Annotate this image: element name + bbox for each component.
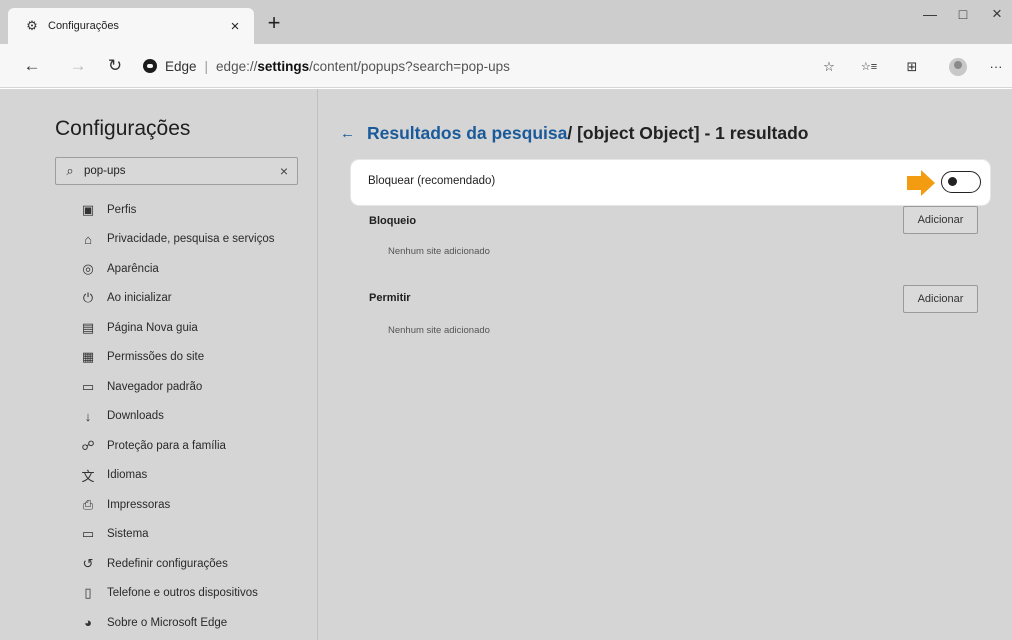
- sidebar-item-navegador-padrao[interactable]: ▭ Navegador padrão: [80, 372, 274, 402]
- edge-logo-icon: ◕: [84, 615, 92, 631]
- settings-search-input[interactable]: [84, 165, 271, 177]
- sidebar-item-label: Downloads: [107, 410, 164, 423]
- sidebar-item-permissoes[interactable]: ▦ Permissões do site: [80, 343, 274, 373]
- url-prefix: edge://: [216, 58, 258, 74]
- sidebar-item-label: Privacidade, pesquisa e serviços: [107, 233, 275, 246]
- favorites-list-icon[interactable]: ☆≡: [858, 56, 880, 78]
- clear-search-icon[interactable]: ×: [271, 163, 297, 179]
- allow-empty-note: Nenhum site adicionado: [388, 325, 490, 336]
- allow-section-title: Permitir: [369, 292, 411, 304]
- sidebar-item-label: Redefinir configurações: [107, 557, 228, 570]
- tab-strip: ⚙ Configurações × + — □ ×: [0, 0, 1012, 44]
- sidebar-nav: ▣ Perfis ⌂ Privacidade, pesquisa e serviço…: [80, 195, 274, 638]
- site-permissions-icon: ▦: [81, 349, 95, 365]
- system-icon: ▭: [81, 526, 95, 542]
- breadcrumb-search-results-link[interactable]: Resultados da pesquisa: [367, 123, 567, 144]
- site-name: Edge: [165, 58, 197, 74]
- tab-settings[interactable]: ⚙ Configurações ×: [8, 8, 254, 44]
- refresh-button[interactable]: ↻: [103, 54, 127, 78]
- block-empty-note: Nenhum site adicionado: [388, 246, 490, 257]
- profile-icon: ▣: [81, 201, 95, 217]
- sidebar-item-label: Proteção para a família: [107, 439, 226, 452]
- navigation-bar: ← → ↻ Edge | edge://settings/content/pop…: [0, 44, 1012, 88]
- block-popups-setting-card: Bloquear (recomendado): [351, 160, 990, 205]
- gear-icon: ⚙: [26, 18, 38, 33]
- phone-icon: ▯: [84, 585, 92, 601]
- add-allow-site-button[interactable]: Adicionar: [903, 285, 978, 313]
- address-separator: |: [204, 58, 209, 74]
- url-path: /content/popups?search=pop-ups: [309, 58, 510, 74]
- sidebar-item-idiomas[interactable]: 文 Idiomas: [80, 461, 274, 491]
- sidebar-item-aparencia[interactable]: ◎ Aparência: [80, 254, 274, 284]
- more-options-icon[interactable]: ···: [985, 56, 1007, 78]
- sidebar-item-sistema[interactable]: ▭ Sistema: [80, 520, 274, 550]
- search-icon: ⌕: [66, 163, 74, 178]
- power-icon: ⏻: [82, 290, 94, 306]
- sidebar-item-sobre[interactable]: ◕ Sobre o Microsoft Edge: [80, 608, 274, 638]
- reset-icon: ↺: [82, 555, 94, 571]
- block-toggle-label: Bloquear (recomendado): [368, 175, 496, 187]
- family-icon: ☍: [81, 437, 95, 453]
- sidebar-item-telefone[interactable]: ▯ Telefone e outros dispositivos: [80, 579, 274, 609]
- default-browser-icon: ▭: [81, 378, 95, 394]
- back-button[interactable]: ←: [20, 54, 44, 78]
- orange-arrow-callout-icon: [907, 170, 935, 196]
- new-tab-button[interactable]: +: [262, 12, 286, 34]
- url-host: settings: [257, 58, 310, 74]
- edge-logo-icon: [143, 59, 157, 73]
- new-tab-page-icon: ▤: [81, 319, 95, 335]
- toggle-knob: [948, 177, 957, 186]
- sidebar-item-impressoras[interactable]: ⎙ Impressoras: [80, 490, 274, 520]
- printer-icon: ⎙: [82, 496, 94, 512]
- sidebar-item-label: Aparência: [107, 262, 159, 275]
- sidebar-item-label: Impressoras: [107, 498, 171, 511]
- sidebar-item-redefinir[interactable]: ↺ Redefinir configurações: [80, 549, 274, 579]
- tab-close-button[interactable]: ×: [222, 18, 248, 35]
- sidebar-item-familia[interactable]: ☍ Proteção para a família: [80, 431, 274, 461]
- close-window-button[interactable]: ×: [982, 4, 1012, 24]
- languages-icon: 文: [81, 468, 95, 484]
- block-section-title: Bloqueio: [369, 215, 417, 227]
- page-heading: ← Resultados da pesquisa / [object Objec…: [340, 123, 809, 144]
- lock-icon: ⌂: [84, 231, 92, 247]
- back-arrow-icon[interactable]: ←: [340, 125, 355, 142]
- sidebar-item-perfis[interactable]: ▣ Perfis: [80, 195, 274, 225]
- sidebar-item-label: Sobre o Microsoft Edge: [107, 616, 228, 629]
- sidebar-item-nova-guia[interactable]: ▤ Página Nova guia: [80, 313, 274, 343]
- download-icon: ↓: [84, 408, 92, 424]
- collections-icon[interactable]: ⊞: [901, 56, 923, 78]
- sidebar-item-privacidade[interactable]: ⌂ Privacidade, pesquisa e serviços: [80, 225, 274, 255]
- sidebar-item-label: Idiomas: [107, 469, 148, 482]
- sidebar-item-downloads[interactable]: ↓ Downloads: [80, 402, 274, 432]
- breadcrumb-result-count: / [object Object] - 1 resultado: [567, 123, 809, 143]
- sidebar-item-label: Ao inicializar: [107, 292, 172, 305]
- profile-avatar-icon[interactable]: [949, 58, 967, 76]
- add-block-site-button[interactable]: Adicionar: [903, 206, 978, 234]
- sidebar-title: Configurações: [55, 117, 191, 140]
- minimize-button[interactable]: —: [915, 6, 945, 22]
- sidebar-item-label: Sistema: [107, 528, 149, 541]
- tab-title: Configurações: [48, 20, 119, 32]
- favorite-star-icon[interactable]: ☆: [818, 56, 840, 78]
- palette-icon: ◎: [82, 260, 94, 276]
- forward-button[interactable]: →: [66, 54, 90, 78]
- sidebar-item-label: Permissões do site: [107, 351, 205, 364]
- maximize-button[interactable]: □: [948, 6, 978, 22]
- sidebar-item-label: Navegador padrão: [107, 380, 203, 393]
- sidebar-item-label: Telefone e outros dispositivos: [107, 587, 258, 600]
- settings-search-box: ⌕ ×: [55, 157, 298, 185]
- sidebar-item-label: Página Nova guia: [107, 321, 198, 334]
- sidebar-item-label: Perfis: [107, 203, 137, 216]
- sidebar-item-ao-inicializar[interactable]: ⏻ Ao inicializar: [80, 284, 274, 314]
- settings-sidebar: Configurações ⌕ × ▣ Perfis ⌂ Privacidade, …: [0, 89, 318, 640]
- block-popups-toggle[interactable]: [941, 171, 981, 193]
